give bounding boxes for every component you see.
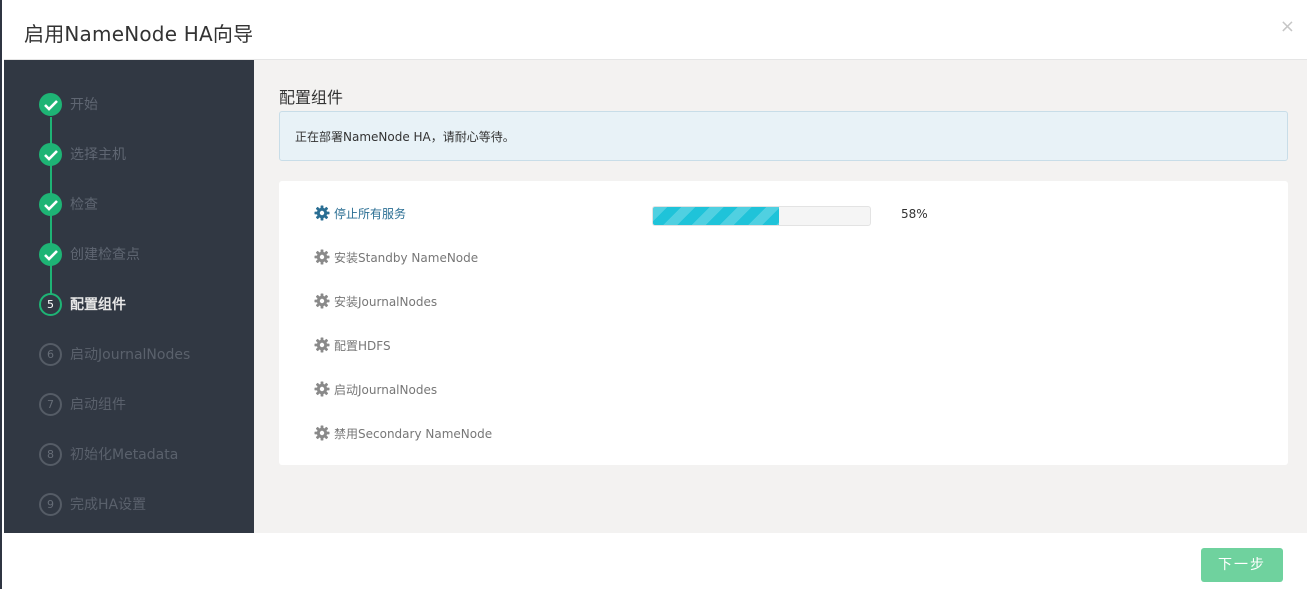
- task-label: 安装JournalNodes: [334, 295, 438, 309]
- task-label: 禁用Secondary NameNode: [334, 427, 493, 441]
- section-title: 配置组件: [279, 88, 344, 107]
- dialog-title: 启用NameNode HA向导: [24, 22, 254, 46]
- info-alert: 正在部署NameNode HA，请耐心等待。: [279, 111, 1288, 161]
- step-select-hosts[interactable]: 选择主机: [4, 135, 254, 175]
- step-label: 开始: [70, 97, 98, 113]
- step-label: 创建检查点: [70, 247, 140, 263]
- step-label: 选择主机: [70, 147, 126, 163]
- step-start-journalnodes: 6 启动JournalNodes: [4, 335, 254, 375]
- gear-icon: [314, 205, 330, 221]
- step-label: 完成HA设置: [70, 497, 147, 513]
- gear-icon: [314, 381, 330, 397]
- close-icon[interactable]: ×: [1280, 16, 1295, 38]
- step-start[interactable]: 开始: [4, 85, 254, 125]
- step-initialize-metadata: 8 初始化Metadata: [4, 435, 254, 475]
- task-label: 停止所有服务: [334, 207, 407, 221]
- task-label: 安装Standby NameNode: [334, 251, 479, 265]
- step-number: 5: [39, 293, 62, 316]
- wizard-steps-sidebar: 开始 选择主机 检查 创建检查点 5 配置组件 6 启动JournalNodes…: [4, 60, 254, 533]
- progress-percent: 58%: [901, 207, 928, 221]
- step-number: 8: [39, 443, 62, 466]
- step-number: 7: [39, 393, 62, 416]
- step-label: 初始化Metadata: [70, 447, 179, 463]
- task-label: 启动JournalNodes: [334, 383, 438, 397]
- step-label: 检查: [70, 197, 98, 213]
- check-icon: [39, 193, 62, 216]
- step-create-checkpoint[interactable]: 创建检查点: [4, 235, 254, 275]
- step-finalize-ha: 9 完成HA设置: [4, 485, 254, 525]
- task-label: 配置HDFS: [334, 339, 391, 353]
- step-label: 启动JournalNodes: [70, 347, 191, 363]
- dialog-footer: 下一步: [4, 533, 1307, 589]
- next-button[interactable]: 下一步: [1201, 548, 1283, 582]
- step-number: 9: [39, 493, 62, 516]
- task-list-panel: 停止所有服务 58% 安装Standby NameNode 安装JournalN…: [279, 181, 1288, 465]
- gear-icon: [314, 249, 330, 265]
- alert-text: 正在部署NameNode HA，请耐心等待。: [295, 130, 515, 144]
- step-label: 配置组件: [70, 297, 126, 313]
- gear-icon: [314, 337, 330, 353]
- step-number: 6: [39, 343, 62, 366]
- check-icon: [39, 243, 62, 266]
- step-label: 启动组件: [70, 397, 126, 413]
- step-configure-components[interactable]: 5 配置组件: [4, 285, 254, 325]
- step-start-components: 7 启动组件: [4, 385, 254, 425]
- main-content: 配置组件 正在部署NameNode HA，请耐心等待。 停止所有服务 58% 安…: [254, 60, 1307, 533]
- check-icon: [39, 143, 62, 166]
- wizard-dialog: 启用NameNode HA向导 × 开始 选择主机 检查 创建检查点 5 配置组…: [0, 0, 1307, 589]
- step-review[interactable]: 检查: [4, 185, 254, 225]
- gear-icon: [314, 293, 330, 309]
- gear-icon: [314, 425, 330, 441]
- check-icon: [39, 93, 62, 116]
- task-progress-bar: [652, 206, 871, 226]
- dialog-header: 启用NameNode HA向导 ×: [4, 0, 1307, 60]
- progress-fill: [653, 207, 779, 225]
